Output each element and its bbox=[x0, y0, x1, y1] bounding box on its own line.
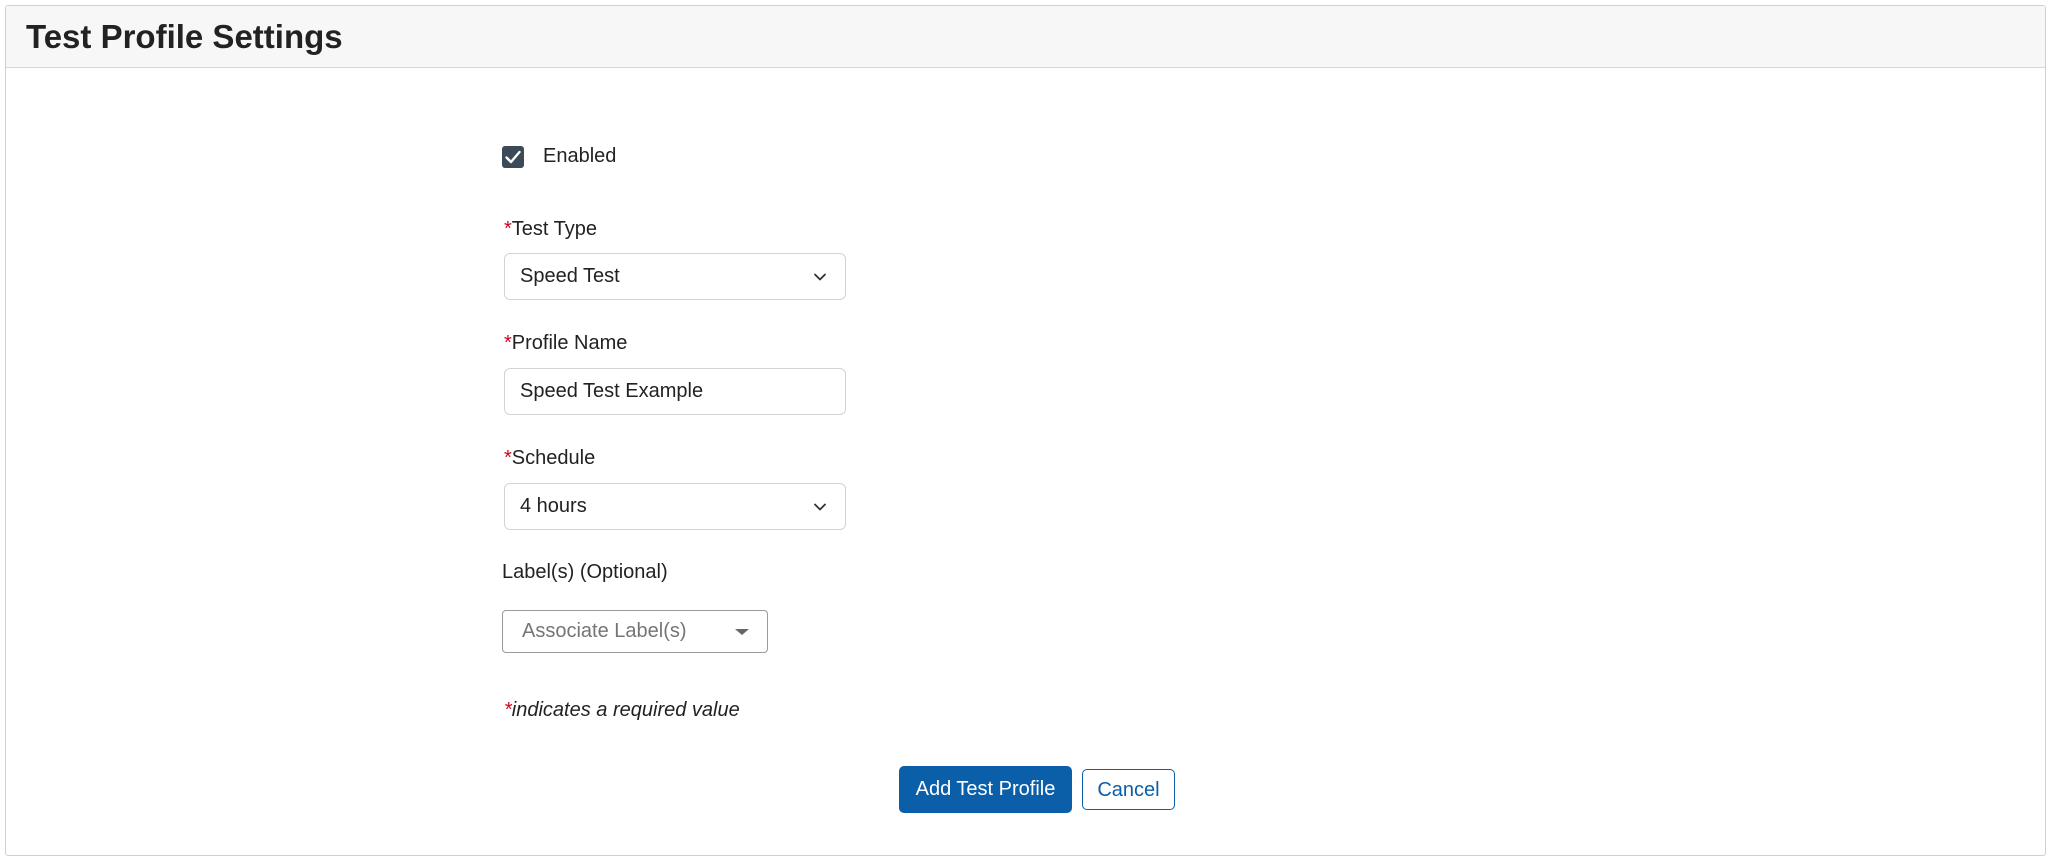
profile-name-label: *Profile Name bbox=[504, 332, 627, 355]
enabled-row: Enabled bbox=[502, 145, 702, 168]
associate-labels-placeholder: Associate Label(s) bbox=[522, 620, 687, 642]
required-asterisk: * bbox=[504, 447, 512, 469]
required-asterisk: * bbox=[504, 218, 512, 240]
profile-name-value: Speed Test Example bbox=[520, 380, 704, 402]
required-note-text: indicates a required value bbox=[511, 699, 740, 721]
schedule-select[interactable]: 4 hours bbox=[504, 483, 846, 530]
schedule-label: *Schedule bbox=[504, 447, 595, 470]
schedule-label-text: Schedule bbox=[511, 447, 596, 469]
chevron-down-icon bbox=[814, 273, 826, 281]
settings-panel: Test Profile Settings Enabled *Test Type… bbox=[5, 5, 2046, 856]
profile-name-label-text: Profile Name bbox=[511, 332, 628, 354]
test-type-label-text: Test Type bbox=[511, 218, 598, 240]
add-test-profile-button[interactable]: Add Test Profile bbox=[899, 766, 1072, 813]
chevron-down-icon bbox=[814, 503, 826, 511]
cancel-button[interactable]: Cancel bbox=[1082, 769, 1175, 810]
panel-header: Test Profile Settings bbox=[6, 6, 2045, 68]
enabled-checkbox[interactable] bbox=[502, 145, 524, 168]
check-icon bbox=[505, 150, 521, 163]
caret-down-icon bbox=[735, 629, 749, 635]
test-type-label: *Test Type bbox=[504, 218, 597, 241]
associate-labels-picker[interactable]: Associate Label(s) bbox=[502, 610, 768, 653]
page-title: Test Profile Settings bbox=[26, 17, 343, 55]
schedule-value: 4 hours bbox=[520, 495, 587, 517]
test-type-value: Speed Test bbox=[520, 265, 620, 287]
test-type-select[interactable]: Speed Test bbox=[504, 253, 846, 300]
required-asterisk: * bbox=[504, 699, 512, 721]
required-asterisk: * bbox=[504, 332, 512, 354]
required-note: *indicates a required value bbox=[504, 699, 740, 722]
profile-name-input[interactable]: Speed Test Example bbox=[504, 368, 846, 415]
labels-label: Label(s) (Optional) bbox=[502, 561, 668, 583]
enabled-label[interactable]: Enabled bbox=[543, 145, 616, 168]
